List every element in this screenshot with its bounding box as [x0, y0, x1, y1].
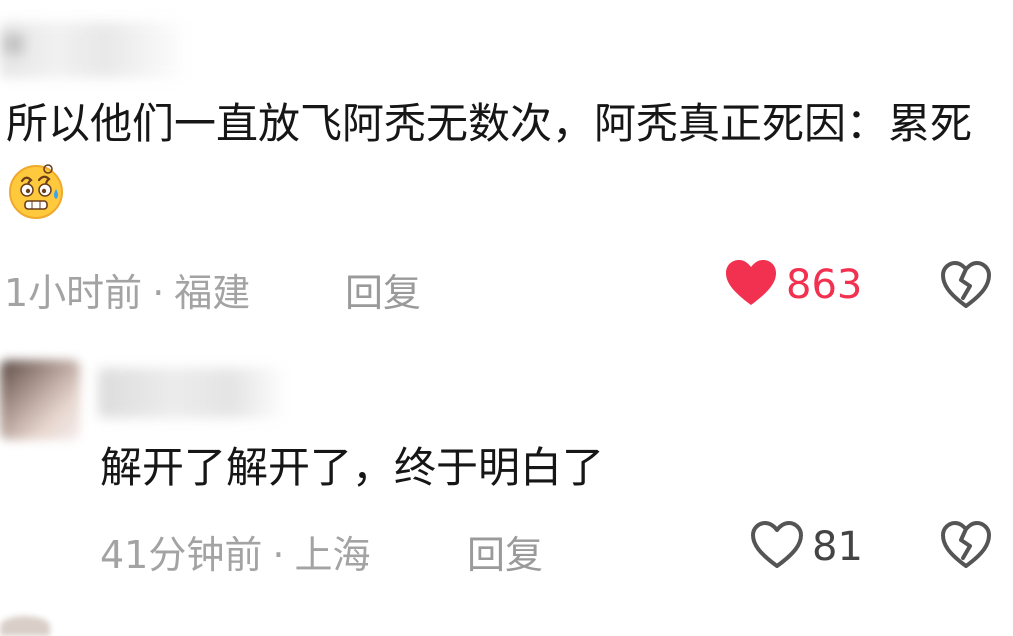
username-blurred[interactable] — [0, 22, 190, 78]
comment-body: 所以他们一直放飞阿秃无数次，阿秃真正死因：累死 — [6, 99, 973, 148]
heart-filled-icon — [724, 258, 778, 312]
comment-meta: 41分钟前 · 上海 — [100, 524, 370, 579]
avatar[interactable] — [0, 360, 80, 440]
reply-button[interactable]: 回复 — [345, 262, 421, 317]
heart-outline-icon — [750, 520, 804, 574]
comment-location: 福建 — [174, 271, 251, 315]
broken-heart-icon — [940, 261, 992, 314]
comment-time: 1小时前 — [4, 271, 143, 315]
dislike-button[interactable] — [940, 260, 992, 314]
comment-location: 上海 — [294, 533, 371, 577]
comment-text: 解开了解开了，终于明白了 — [100, 443, 605, 492]
meta-separator: · — [272, 533, 285, 577]
next-comment-avatar[interactable] — [0, 616, 50, 636]
broken-heart-icon — [940, 521, 992, 574]
reply-button[interactable]: 回复 — [467, 524, 543, 579]
like-count: 81 — [812, 524, 863, 570]
dislike-button[interactable] — [940, 520, 992, 574]
comment-text: 所以他们一直放飞阿秃无数次，阿秃真正死因：累死 — [6, 88, 996, 231]
like-button[interactable]: 81 — [750, 520, 863, 574]
like-button[interactable]: 863 — [724, 258, 862, 312]
comment-meta: 1小时前 · 福建 — [4, 262, 250, 317]
username-blurred[interactable] — [98, 368, 288, 418]
sweat-dizzy-face-emoji-icon — [6, 161, 66, 221]
comment-time: 41分钟前 — [100, 533, 263, 577]
meta-separator: · — [152, 271, 165, 315]
like-count: 863 — [786, 262, 863, 308]
